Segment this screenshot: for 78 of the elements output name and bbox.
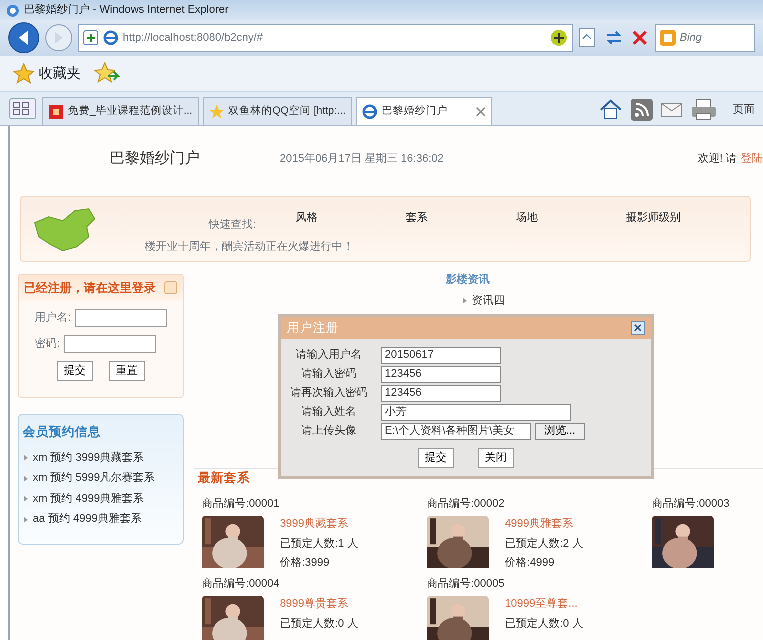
quick-search-label: 快速查找: bbox=[209, 218, 256, 232]
bullet-icon bbox=[23, 455, 29, 461]
booked-count: 已预定人数:0 人 bbox=[505, 616, 584, 632]
window-title: 巴黎婚纱门户 - Windows Internet Explorer bbox=[24, 2, 229, 18]
field-label: 请输入密码 bbox=[300, 366, 358, 382]
reservation-text[interactable]: aa 预约 4999典雅套系 bbox=[33, 511, 142, 528]
ie-icon bbox=[103, 30, 119, 46]
field-label: 请输入姓名 bbox=[300, 405, 358, 420]
reservation-text[interactable]: xm 预约 3999典藏套系 bbox=[33, 450, 144, 466]
product-code: 商品编号:00003 bbox=[652, 496, 731, 512]
search-provider-icon bbox=[660, 30, 676, 46]
category-link[interactable]: 风格 bbox=[296, 210, 406, 226]
bullet-icon bbox=[462, 298, 468, 304]
marquee-text: 楼开业十周年，酬宾活动正在火爆进行中！ bbox=[145, 240, 355, 255]
news-title: 影楼资讯 bbox=[446, 272, 492, 288]
bullet-icon bbox=[23, 496, 29, 502]
page-menu[interactable]: 页面 bbox=[733, 102, 755, 118]
panel-title: 已经注册，请在这里登录 bbox=[24, 280, 156, 297]
form-button[interactable]: 重置 bbox=[109, 361, 146, 381]
back-icon[interactable] bbox=[8, 22, 40, 54]
dialog-button[interactable]: 关闭 bbox=[478, 448, 514, 468]
field-label: 用户名: bbox=[35, 310, 72, 326]
ie-icon bbox=[362, 104, 378, 120]
field-label: 请上传头像 bbox=[300, 424, 358, 440]
favorites-button[interactable]: 收藏夹 bbox=[8, 58, 86, 90]
category-link[interactable]: 场地 bbox=[516, 210, 626, 226]
browser-tab[interactable]: 免费_毕业课程范例设计... bbox=[42, 97, 199, 125]
mail-icon[interactable] bbox=[661, 101, 683, 119]
feed-icon[interactable] bbox=[631, 99, 653, 121]
ie-icon bbox=[6, 4, 20, 18]
field-label: 请输入用户名 bbox=[295, 348, 363, 364]
browse-button[interactable]: 浏览... bbox=[535, 423, 585, 440]
reservation-text[interactable]: xm 预约 5999凡尔赛套系 bbox=[33, 470, 156, 487]
print-icon[interactable] bbox=[691, 99, 717, 121]
booked-count: 已预定人数:2 人 bbox=[505, 536, 584, 552]
input-field[interactable]: 123456 bbox=[381, 385, 501, 402]
field-label: 请再次输入密码 bbox=[290, 386, 368, 402]
add-site-icon[interactable] bbox=[83, 30, 99, 46]
booked-count: 已预定人数:0 人 bbox=[280, 616, 358, 632]
input-field[interactable] bbox=[75, 309, 168, 327]
input-field[interactable]: 小芳 bbox=[381, 404, 571, 421]
close-icon[interactable] bbox=[476, 106, 486, 116]
form-button[interactable]: 提交 bbox=[57, 361, 94, 381]
dialog-title: 用户注册 bbox=[287, 320, 339, 337]
input-field[interactable]: E:\个人资料\各种图片\美女 bbox=[381, 423, 531, 440]
close-icon[interactable] bbox=[631, 321, 645, 335]
product-price: 价格:4999 bbox=[505, 556, 556, 572]
star-icon bbox=[13, 62, 35, 84]
bullet-icon bbox=[23, 476, 29, 482]
product-code: 商品编号:00002 bbox=[427, 496, 506, 512]
input-field[interactable] bbox=[64, 335, 156, 353]
star-icon bbox=[208, 104, 225, 120]
browser-tab[interactable]: 双鱼林的QQ空间 [http:... bbox=[202, 97, 352, 125]
section-title: 最新套系 bbox=[197, 470, 252, 487]
datetime-text: 2015年06月17日 星期三 16:36:02 bbox=[280, 152, 444, 167]
product-code: 商品编号:00001 bbox=[202, 496, 281, 512]
welcome-text: 欢迎! 请 bbox=[698, 152, 737, 167]
site-title: 巴黎婚纱门户 bbox=[110, 148, 200, 169]
page-icon bbox=[48, 104, 64, 120]
reservation-text[interactable]: xm 预约 4999典雅套系 bbox=[33, 490, 144, 508]
search-field[interactable]: Bing bbox=[655, 24, 755, 52]
category-link[interactable]: 套系 bbox=[406, 210, 516, 226]
category-link[interactable]: 摄影师级别 bbox=[626, 210, 736, 226]
product-price: 价格:3999 bbox=[280, 556, 331, 572]
panel-title: 会员预约信息 bbox=[22, 424, 102, 441]
compat-icon[interactable] bbox=[550, 29, 568, 47]
field-label: 密码: bbox=[35, 336, 60, 352]
input-field[interactable]: 123456 bbox=[381, 366, 501, 383]
input-field[interactable]: 20150617 bbox=[381, 347, 501, 364]
browser-tab[interactable]: 巴黎婚纱门户 bbox=[356, 97, 492, 125]
bullet-icon bbox=[23, 516, 29, 522]
home-icon[interactable] bbox=[599, 99, 623, 121]
news-item[interactable]: 资讯四 bbox=[472, 292, 506, 309]
product-code: 商品编号:00005 bbox=[427, 576, 506, 592]
product-code: 商品编号:00004 bbox=[202, 576, 281, 592]
dialog-button[interactable]: 提交 bbox=[418, 448, 454, 468]
add-favorite-icon[interactable] bbox=[94, 62, 120, 86]
booked-count: 已预定人数:1 人 bbox=[280, 536, 358, 552]
